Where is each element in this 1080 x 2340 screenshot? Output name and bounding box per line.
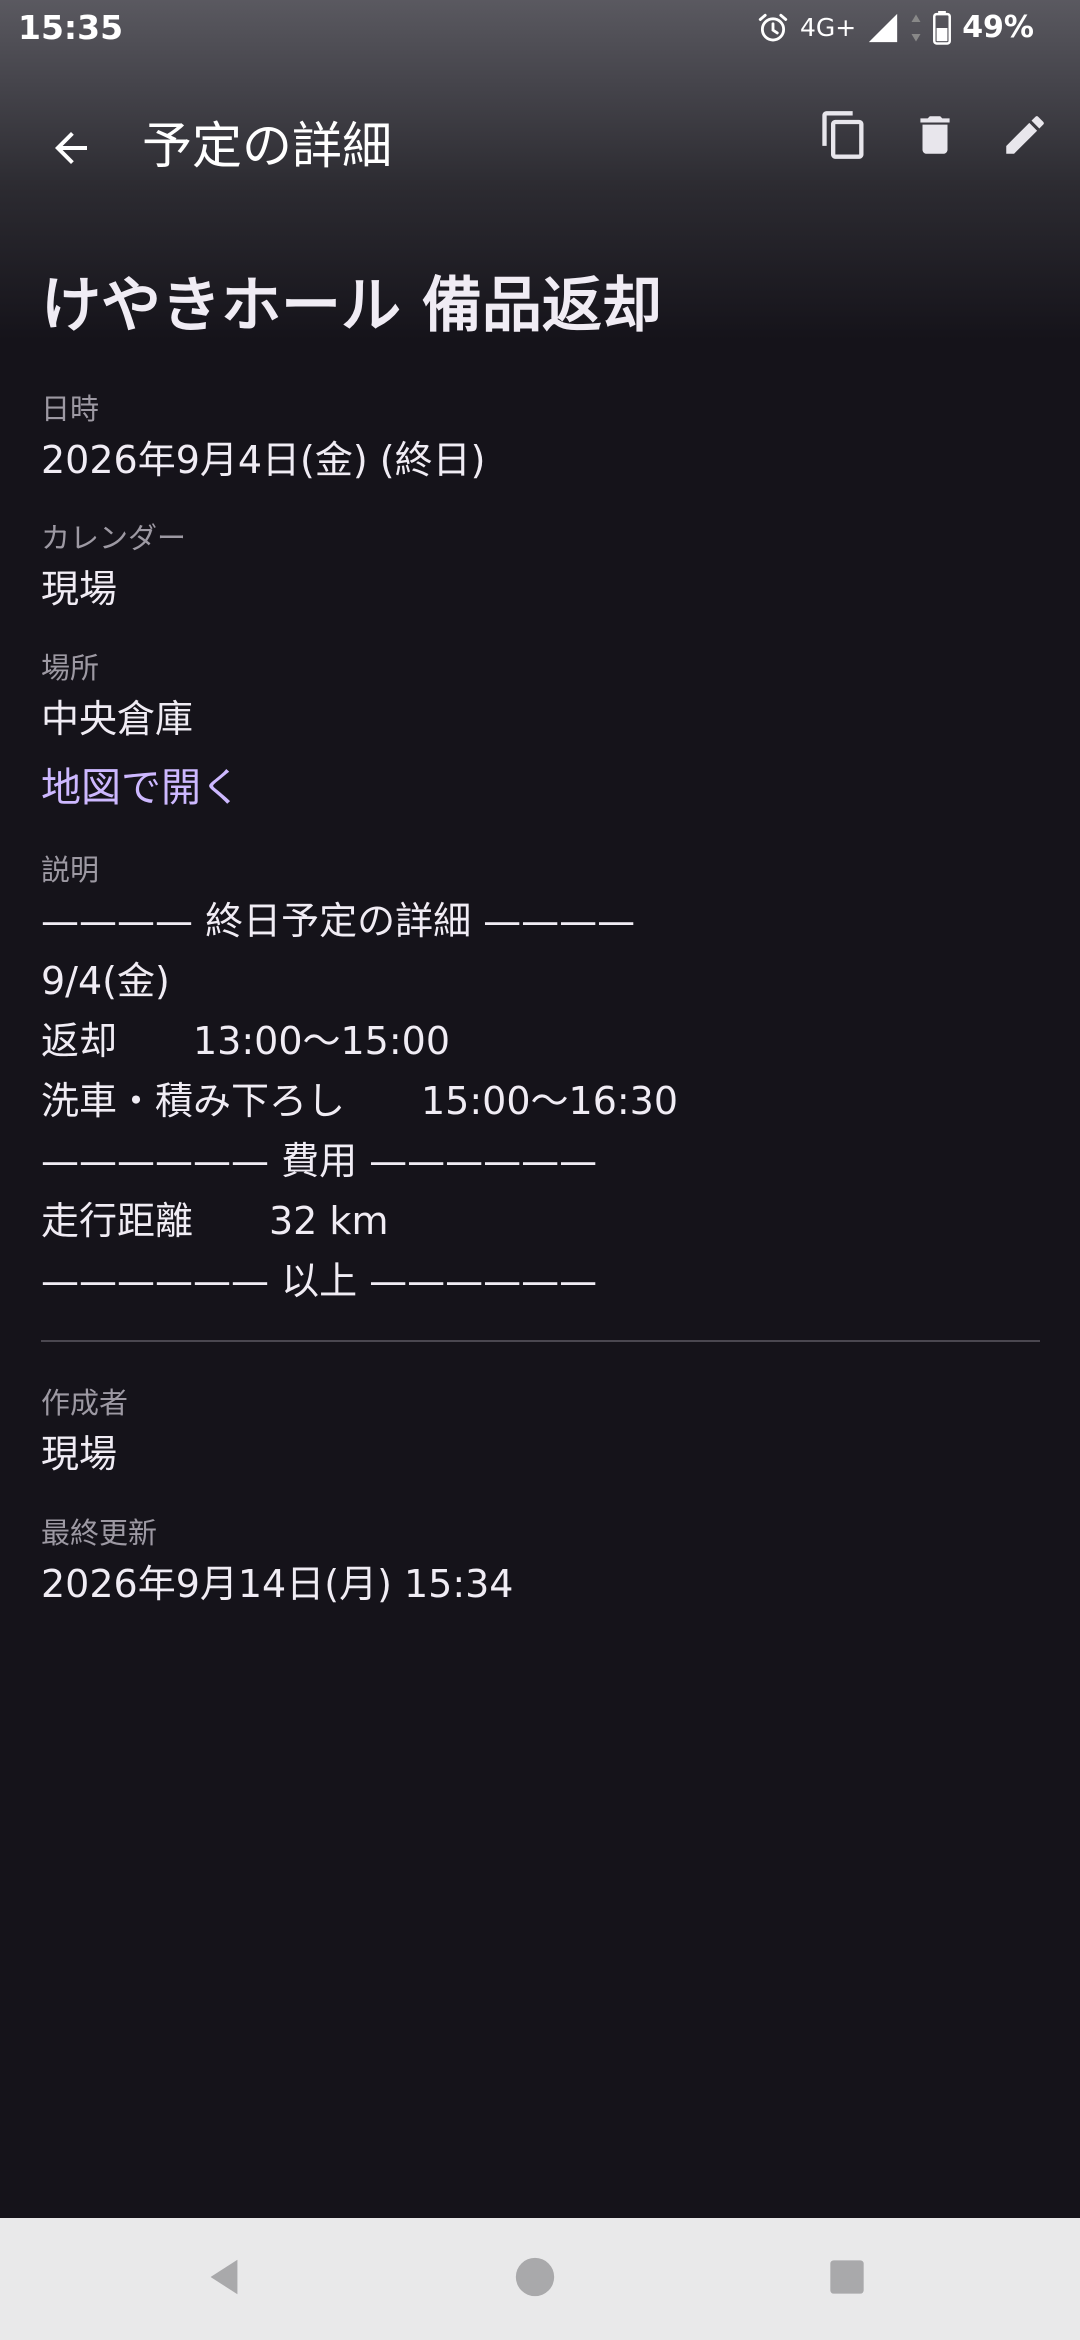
battery-icon (932, 10, 952, 45)
data-arrows-icon (910, 13, 922, 43)
calendar-label: カレンダー (41, 521, 187, 555)
back-button[interactable] (26, 105, 116, 195)
updated-value: 2026年9月14日(月) 15:34 (41, 1562, 514, 1606)
description-line: 走行距離 32 km (41, 1199, 389, 1243)
location-label: 場所 (41, 651, 100, 685)
edit-button[interactable] (987, 99, 1063, 175)
calendar-value: 現場 (41, 567, 118, 611)
event-title: けやきホール 備品返却 (41, 271, 662, 341)
description-line: ———— 終日予定の詳細 ———— (41, 899, 636, 943)
description-line: 返却 13:00〜15:00 (41, 1019, 451, 1063)
description-line: 9/4(金) (41, 959, 170, 1003)
nav-recents-icon (827, 2257, 867, 2301)
nav-recents-button[interactable] (811, 2243, 883, 2315)
system-nav-bar (0, 2218, 1080, 2340)
creator-label: 作成者 (41, 1386, 129, 1420)
updated-label: 最終更新 (41, 1516, 158, 1550)
event-detail-screen: 15:35 4G+ 49% 予定の詳細 けやきホール 備品返却 日時 2026年… (0, 0, 1080, 2340)
nav-back-button[interactable] (188, 2243, 260, 2315)
delete-icon (910, 110, 960, 164)
nav-home-button[interactable] (499, 2243, 571, 2315)
location-value: 中央倉庫 (41, 697, 194, 741)
description-line: —————— 以上 —————— (41, 1259, 598, 1303)
copy-button[interactable] (806, 99, 882, 175)
nav-back-icon (201, 2254, 247, 2304)
status-time: 15:35 (18, 8, 124, 47)
edit-icon (1000, 110, 1050, 164)
description-line: 洗車・積み下ろし 15:00〜16:30 (41, 1079, 679, 1123)
app-bar: 予定の詳細 (0, 80, 1080, 200)
battery-level: 49% (962, 10, 1034, 45)
status-icons: 4G+ 49% (756, 10, 1034, 45)
section-divider (41, 1340, 1040, 1342)
network-type: 4G+ (799, 13, 857, 42)
description-label: 説明 (41, 853, 100, 887)
creator-value: 現場 (41, 1432, 118, 1476)
datetime-value: 2026年9月4日(金) (終日) (41, 438, 486, 482)
copy-icon (818, 109, 870, 165)
page-title: 予定の詳細 (142, 117, 392, 175)
datetime-label: 日時 (41, 392, 100, 426)
back-arrow-icon (47, 124, 95, 176)
alarm-icon (756, 11, 790, 45)
signal-icon (866, 11, 900, 45)
delete-button[interactable] (897, 99, 973, 175)
status-bar: 15:35 4G+ 49% (0, 0, 1080, 58)
description-line: —————— 費用 —————— (41, 1139, 598, 1183)
nav-home-icon (512, 2254, 558, 2304)
open-map-link[interactable]: 地図で開く (41, 755, 241, 813)
